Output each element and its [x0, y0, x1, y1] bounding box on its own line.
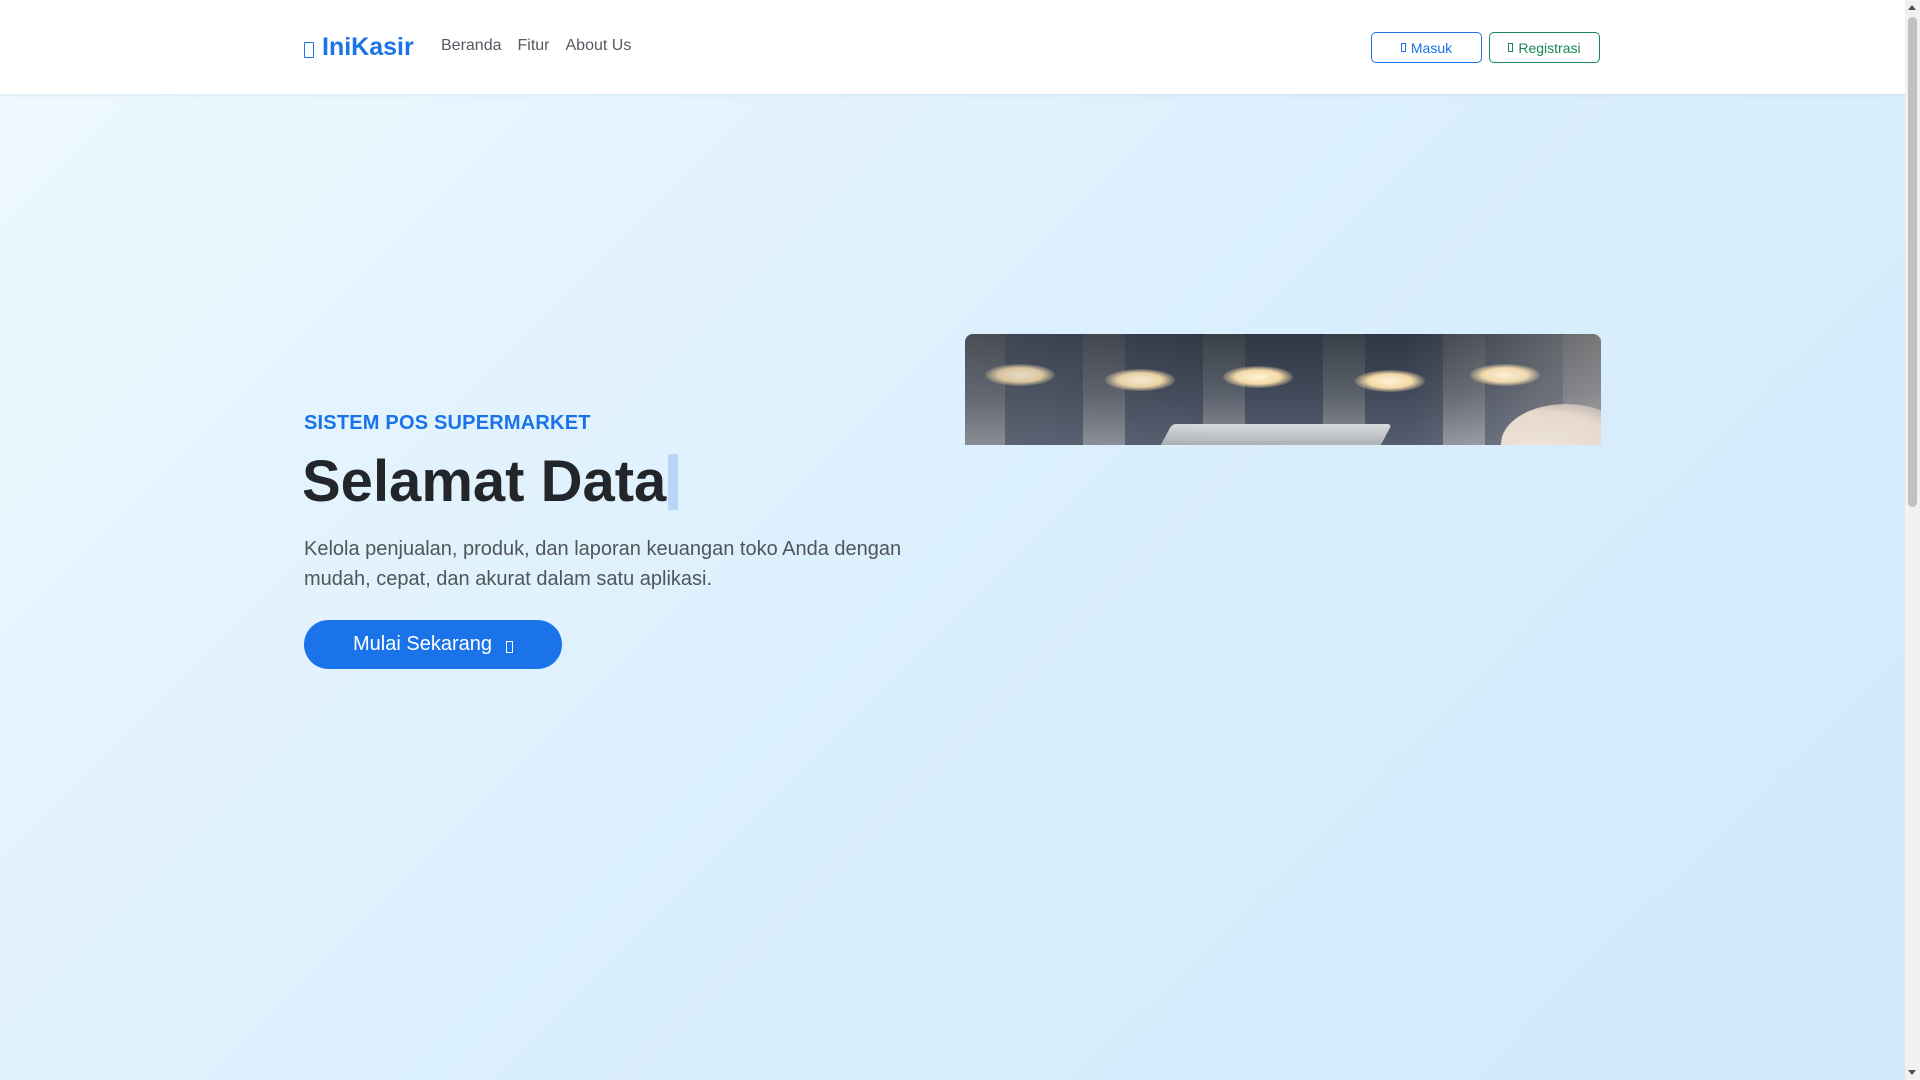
- scroll-down-arrow-icon[interactable]: [1908, 1070, 1916, 1075]
- page-scrollbar[interactable]: [1905, 0, 1920, 1080]
- cash-register-icon: [304, 42, 314, 58]
- hero-eyebrow: SISTEM POS SUPERMARKET: [304, 412, 591, 434]
- hero-headline-text: Selamat Data: [302, 449, 667, 514]
- register-label: Registrasi: [1518, 39, 1581, 56]
- brand-name: IniKasir: [322, 32, 414, 61]
- hero-section: SISTEM POS SUPERMARKET Selamat Data Kelo…: [0, 94, 1905, 1080]
- nav-links: Beranda Fitur About Us: [441, 36, 631, 56]
- register-button[interactable]: Registrasi: [1489, 32, 1600, 63]
- brand-logo[interactable]: IniKasir: [304, 30, 414, 64]
- image-overlay: [965, 334, 1601, 445]
- login-icon: [1400, 43, 1406, 52]
- arrow-right-icon: [505, 640, 513, 653]
- hero-subtext: Kelola penjualan, produk, dan laporan ke…: [304, 538, 902, 590]
- login-button[interactable]: Masuk: [1371, 32, 1482, 63]
- hero-image: [965, 334, 1601, 445]
- get-started-button[interactable]: Mulai Sekarang: [304, 620, 562, 669]
- page: IniKasir Beranda Fitur About Us Masuk Re…: [0, 0, 1905, 1080]
- get-started-label: Mulai Sekarang: [353, 633, 492, 655]
- navbar: IniKasir Beranda Fitur About Us Masuk Re…: [0, 0, 1905, 94]
- hero-headline: Selamat Data: [302, 442, 679, 522]
- user-plus-icon: [1508, 43, 1514, 52]
- typing-cursor: [668, 454, 679, 510]
- nav-link-beranda[interactable]: Beranda: [441, 36, 502, 56]
- nav-link-about-us[interactable]: About Us: [566, 36, 632, 56]
- scroll-up-arrow-icon[interactable]: [1908, 5, 1916, 10]
- scroll-thumb[interactable]: [1908, 17, 1917, 507]
- nav-link-fitur[interactable]: Fitur: [518, 36, 550, 56]
- login-label: Masuk: [1410, 39, 1453, 56]
